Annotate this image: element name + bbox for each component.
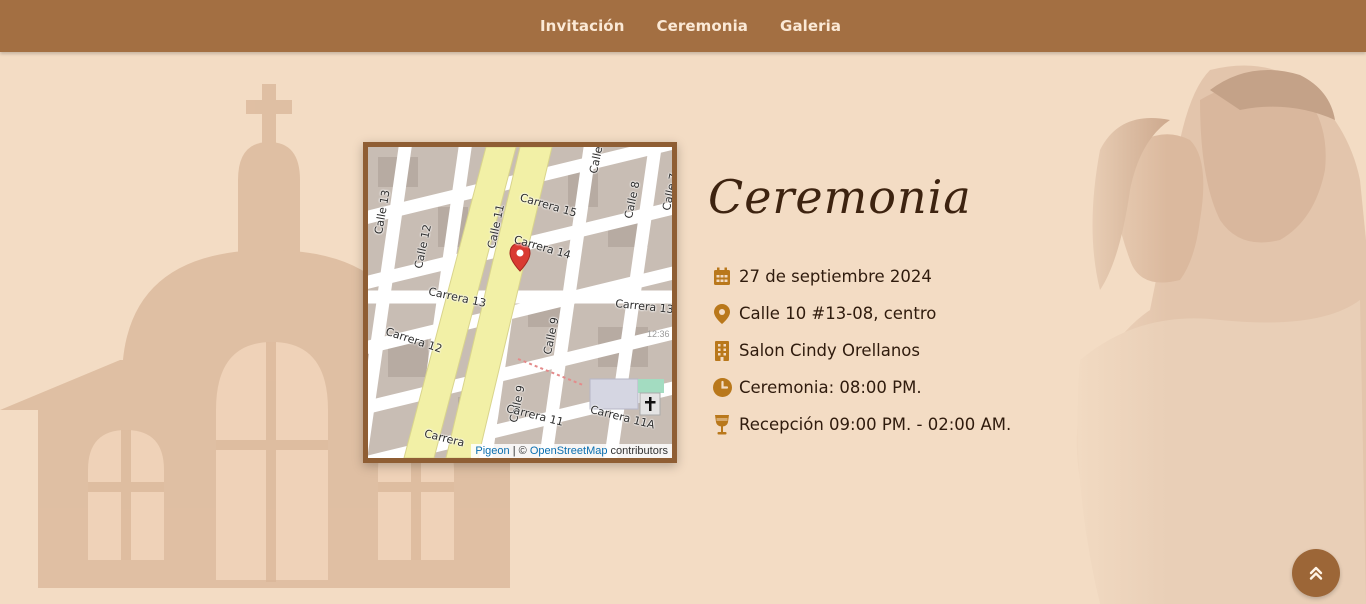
attribution-link-openstreetmap[interactable]: OpenStreetMap [530, 445, 608, 457]
map-canvas[interactable]: 12:36 Calle 13 Calle 12 Calle 11 Carrera… [368, 147, 672, 458]
location-map[interactable]: 12:36 Calle 13 Calle 12 Calle 11 Carrera… [363, 142, 677, 463]
event-details-list: 27 de septiembre 2024 Calle 10 #13-08, c… [712, 258, 1011, 443]
top-nav: Invitación Ceremonia Galeria [0, 0, 1366, 52]
clock-icon [712, 378, 732, 398]
section-title: Ceremonia [708, 170, 972, 224]
location-pin-icon [712, 303, 732, 324]
calendar-icon [712, 267, 732, 287]
detail-ceremony-time: Ceremonia: 08:00 PM. [712, 369, 1011, 406]
wine-glass-icon [712, 414, 732, 435]
map-attribution: Pigeon | © OpenStreetMap contributors [471, 444, 672, 458]
nav-item-invitacion[interactable]: Invitación [540, 17, 625, 35]
scroll-to-top-button[interactable] [1292, 549, 1340, 597]
svg-text:12:36: 12:36 [647, 329, 670, 339]
detail-date: 27 de septiembre 2024 [712, 258, 1011, 295]
nav-links: Invitación Ceremonia Galeria [540, 0, 873, 52]
detail-ceremony-time-text: Ceremonia: 08:00 PM. [739, 378, 922, 397]
nav-item-ceremonia[interactable]: Ceremonia [657, 17, 749, 35]
attribution-link-pigeon[interactable]: Pigeon [475, 445, 509, 457]
detail-venue-text: Salon Cindy Orellanos [739, 341, 921, 360]
building-icon [712, 340, 732, 361]
detail-date-text: 27 de septiembre 2024 [739, 267, 932, 286]
couple-photo-background [1060, 60, 1366, 604]
detail-reception-time: Recepción 09:00 PM. - 02:00 AM. [712, 406, 1011, 443]
detail-venue: Salon Cindy Orellanos [712, 332, 1011, 369]
detail-address-text: Calle 10 #13-08, centro [739, 304, 937, 323]
double-chevron-up-icon [1309, 566, 1323, 580]
detail-address: Calle 10 #13-08, centro [712, 295, 1011, 332]
detail-reception-time-text: Recepción 09:00 PM. - 02:00 AM. [739, 415, 1012, 434]
nav-item-galeria[interactable]: Galeria [780, 17, 841, 35]
